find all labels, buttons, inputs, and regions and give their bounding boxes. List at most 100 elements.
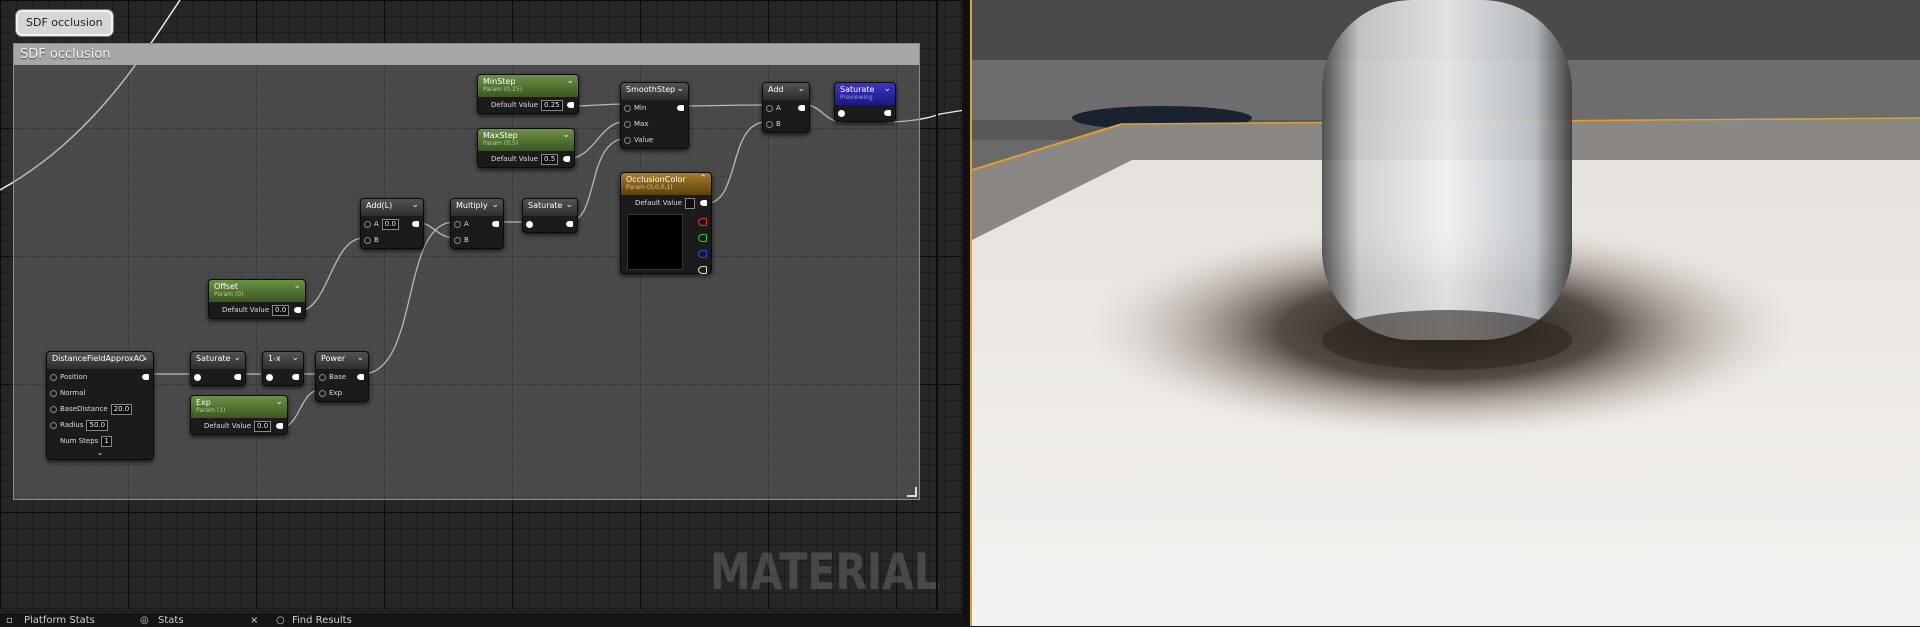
input-pin[interactable]	[50, 390, 57, 397]
output-pin-g[interactable]	[698, 234, 707, 242]
output-pin-r[interactable]	[698, 218, 707, 226]
input-pin[interactable]	[624, 105, 631, 112]
node-title: SmoothStep	[626, 85, 676, 94]
comment-bubble[interactable]: SDF occlusion	[16, 10, 113, 36]
output-pin[interactable]	[292, 374, 299, 380]
node-minstep[interactable]: MinStep Param (0.25) ⌄ Default Value 0.25	[477, 74, 579, 114]
input-pin[interactable]	[624, 121, 631, 128]
field-label: Default Value	[222, 306, 270, 314]
viewport-splitter[interactable]	[962, 0, 970, 626]
material-graph-panel[interactable]: SDF occlusion SDF occlusion MinStep Param…	[0, 0, 965, 610]
output-pin[interactable]	[412, 221, 419, 227]
chevron-down-icon[interactable]: ⌄	[676, 84, 684, 94]
node-saturate-preview[interactable]: Saturate Previewing ⌄	[834, 82, 896, 122]
node-saturate[interactable]: Saturate ⌄	[522, 198, 578, 233]
output-pin[interactable]	[492, 221, 499, 227]
output-pin-a[interactable]	[698, 266, 707, 274]
chevron-down-icon[interactable]: ⌄	[275, 397, 283, 407]
input-pin[interactable]	[624, 137, 631, 144]
value-field[interactable]: 0.5	[541, 154, 559, 165]
tab-stats[interactable]: Stats	[158, 614, 184, 627]
resize-grip[interactable]	[907, 487, 917, 497]
chevron-down-icon[interactable]: ⌄	[883, 84, 891, 94]
output-pin[interactable]	[234, 374, 241, 380]
chevron-down-icon[interactable]: ⌄	[566, 76, 574, 86]
value-field[interactable]: 0.25	[541, 100, 563, 111]
chevron-down-icon[interactable]: ⌄	[293, 281, 301, 291]
chevron-down-icon[interactable]: ⌄	[47, 449, 153, 459]
node-add[interactable]: Add ⌄ A B	[762, 82, 810, 133]
output-pin[interactable]	[700, 200, 707, 206]
input-pin[interactable]	[266, 374, 273, 381]
chevron-down-icon[interactable]: ⌄	[233, 353, 241, 363]
node-subtitle: Param (0.25)	[483, 86, 522, 93]
chevron-up-icon[interactable]: ⌃	[699, 174, 707, 184]
input-pin[interactable]	[50, 422, 57, 429]
node-add-l[interactable]: Add(L) ⌄ A 0.0 B	[360, 198, 424, 249]
node-occlusioncolor[interactable]: OcclusionColor Param (0,0,0,1) ⌃ Default V…	[620, 172, 712, 274]
chevron-down-icon[interactable]: ⌄	[562, 130, 570, 140]
node-multiply[interactable]: Multiply ⌄ A B	[450, 198, 504, 249]
chevron-down-icon[interactable]: ⌄	[565, 200, 573, 210]
chevron-down-icon[interactable]: ⌄	[141, 353, 149, 363]
value-field[interactable]: 50.0	[86, 420, 109, 431]
chevron-down-icon[interactable]: ⌄	[356, 353, 364, 363]
input-pin[interactable]	[838, 110, 845, 117]
value-field[interactable]: 20.0	[110, 404, 133, 415]
output-pin[interactable]	[566, 221, 573, 227]
value-field[interactable]: 0.0	[254, 421, 272, 432]
node-smoothstep[interactable]: SmoothStep ⌄ Min Max Value	[620, 82, 689, 149]
preview-viewport[interactable]	[970, 0, 1920, 626]
node-offset[interactable]: Offset Param (0) ⌄ Default Value 0.0	[208, 279, 306, 319]
output-pin[interactable]	[294, 307, 301, 313]
node-power[interactable]: Power ⌄ Base Exp	[315, 351, 369, 402]
input-pin[interactable]	[526, 221, 533, 228]
output-pin[interactable]	[142, 374, 149, 380]
chevron-down-icon[interactable]: ⌄	[797, 84, 805, 94]
node-saturate-low[interactable]: Saturate ⌄	[190, 351, 246, 386]
output-pin[interactable]	[567, 102, 574, 108]
input-pin[interactable]	[766, 105, 773, 112]
input-pin[interactable]	[364, 237, 371, 244]
input-pin[interactable]	[766, 121, 773, 128]
field-label: Default Value	[491, 155, 539, 163]
node-title: MaxStep	[483, 131, 518, 140]
input-pin[interactable]	[454, 221, 461, 228]
color-preview[interactable]	[627, 214, 683, 270]
input-pin[interactable]	[50, 374, 57, 381]
input-pin[interactable]	[364, 221, 371, 228]
close-icon[interactable]: ×	[250, 614, 258, 627]
chevron-down-icon[interactable]: ⌄	[411, 200, 419, 210]
chevron-down-icon[interactable]: ⌄	[491, 200, 499, 210]
value-field[interactable]: 1	[101, 436, 112, 447]
tab-platform-stats[interactable]: Platform Stats	[24, 614, 95, 627]
tab-find-results[interactable]: Find Results	[292, 614, 352, 627]
output-pin[interactable]	[677, 105, 684, 111]
value-field[interactable]: 0.0	[272, 305, 290, 316]
output-pin[interactable]	[884, 110, 891, 116]
pin-label: Radius	[60, 421, 84, 429]
output-pin[interactable]	[798, 105, 805, 111]
pin-label: B	[776, 120, 781, 128]
node-maxstep[interactable]: MaxStep Param (0.5) ⌄ Default Value 0.5	[477, 128, 575, 168]
output-pin[interactable]	[357, 374, 364, 380]
value-field[interactable]: 0.0	[381, 219, 399, 230]
input-pin[interactable]	[50, 406, 57, 413]
node-title: Power	[321, 354, 346, 363]
output-pin[interactable]	[276, 423, 283, 429]
input-pin[interactable]	[319, 374, 326, 381]
output-pin-b[interactable]	[698, 250, 707, 258]
node-subtitle: Param (1)	[196, 407, 226, 414]
comment-box-title[interactable]: SDF occlusion	[14, 44, 919, 65]
output-pin[interactable]	[563, 156, 570, 162]
input-pin[interactable]	[194, 374, 201, 381]
color-swatch[interactable]	[685, 198, 695, 209]
input-pin[interactable]	[319, 390, 326, 397]
node-distancefieldapproxao[interactable]: DistanceFieldApproxAO ⌄ Position Normal B…	[46, 351, 154, 460]
pin-label: B	[464, 236, 469, 244]
node-title: Add(L)	[366, 201, 393, 210]
input-pin[interactable]	[454, 237, 461, 244]
node-exp[interactable]: Exp Param (1) ⌄ Default Value 0.0	[190, 395, 288, 435]
node-one-minus[interactable]: 1-x ⌄	[262, 351, 304, 386]
chevron-down-icon[interactable]: ⌄	[291, 353, 299, 363]
